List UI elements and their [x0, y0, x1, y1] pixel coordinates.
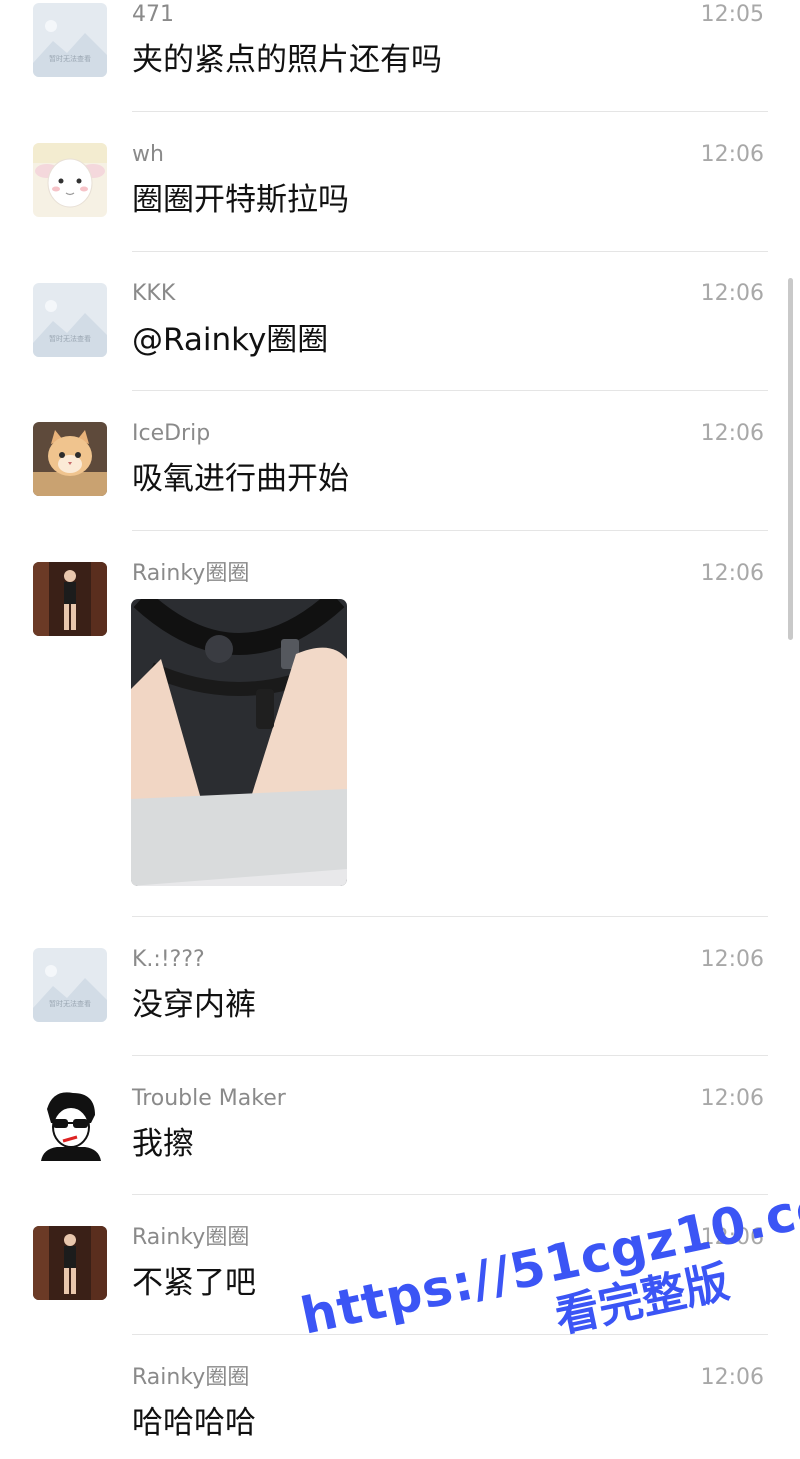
person-photo-avatar[interactable]	[33, 1226, 107, 1300]
message-text: 哈哈哈哈	[132, 1405, 256, 1441]
message-text: 我擦	[132, 1126, 194, 1162]
message-time: 12:06	[700, 421, 764, 446]
placeholder-image-icon[interactable]: 暂时无法查看	[33, 283, 107, 357]
watermark: https://51cgz10.com 看完整版	[296, 1166, 800, 1396]
message-divider	[132, 530, 768, 531]
message-divider	[132, 1055, 768, 1056]
placeholder-image-icon[interactable]: 暂时无法查看	[33, 3, 107, 77]
message-divider	[132, 111, 768, 112]
message-divider	[132, 916, 768, 917]
sender-name: 471	[132, 2, 174, 27]
sender-name: K.:!???	[132, 947, 205, 972]
person-photo-avatar[interactable]	[33, 562, 107, 636]
message-text: 吸氧进行曲开始	[132, 461, 349, 497]
sender-name: Rainky圈圈	[132, 1365, 250, 1390]
message-text: 不紧了吧	[132, 1265, 256, 1301]
message-divider	[132, 390, 768, 391]
message-text: 没穿内裤	[132, 987, 256, 1023]
message-time: 12:05	[700, 2, 764, 27]
sunglasses-avatar[interactable]	[33, 1087, 107, 1161]
sender-name: IceDrip	[132, 421, 211, 446]
placeholder-image-icon[interactable]: 暂时无法查看	[33, 948, 107, 1022]
sender-name: KKK	[132, 281, 176, 306]
sender-name: Trouble Maker	[132, 1086, 286, 1111]
sender-name: Rainky圈圈	[132, 561, 250, 586]
sender-name: Rainky圈圈	[132, 1225, 250, 1250]
message-time: 12:06	[700, 1086, 764, 1111]
message-text: @Rainky圈圈	[132, 322, 329, 358]
message-time: 12:06	[700, 1365, 764, 1390]
message-time: 12:06	[700, 281, 764, 306]
car-interior-photo[interactable]	[131, 599, 347, 886]
sheep-avatar[interactable]	[33, 143, 107, 217]
message-divider	[132, 251, 768, 252]
cat-avatar[interactable]	[33, 422, 107, 496]
svg-text:暂时无法查看: 暂时无法查看	[49, 334, 91, 343]
svg-text:暂时无法查看: 暂时无法查看	[49, 54, 91, 63]
message-time: 12:06	[700, 947, 764, 972]
message-time: 12:06	[700, 142, 764, 167]
message-divider	[132, 1194, 768, 1195]
sender-name: wh	[132, 142, 164, 167]
svg-text:暂时无法查看: 暂时无法查看	[49, 999, 91, 1008]
message-time: 12:06	[700, 561, 764, 586]
scrollbar[interactable]	[788, 278, 793, 640]
message-text: 圈圈开特斯拉吗	[132, 182, 349, 218]
message-text: 夹的紧点的照片还有吗	[132, 42, 442, 78]
